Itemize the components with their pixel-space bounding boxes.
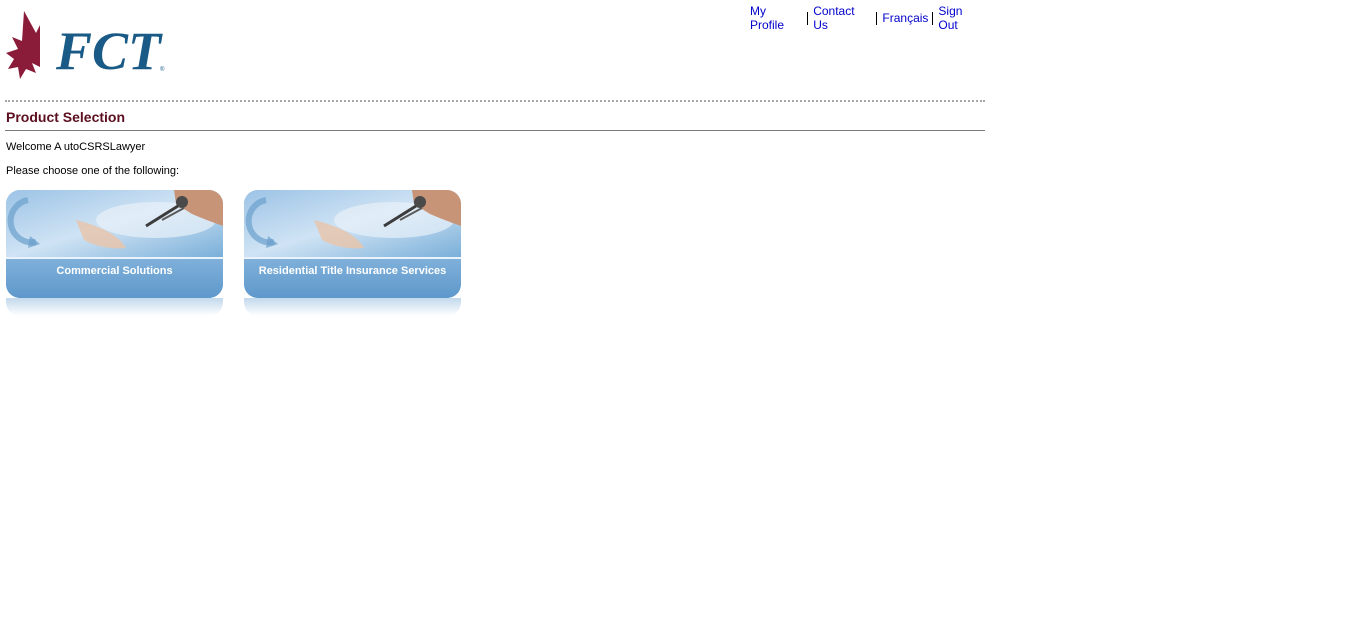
welcome-text: Welcome A utoCSRSLawyer [6, 141, 146, 153]
page-title: Product Selection [6, 109, 126, 125]
tile-card: Commercial Solutions [6, 190, 223, 298]
tile-card: Residential Title Insurance Services [244, 190, 461, 298]
logo-wordmark: FCT [55, 21, 163, 81]
tile-reflection [6, 298, 223, 316]
residential-title-insurance-button[interactable]: Residential Title Insurance Services [244, 190, 461, 320]
contact-us-link[interactable]: Contact Us [808, 4, 876, 32]
svg-text:®: ® [160, 66, 165, 73]
instruction-text: Please choose one of the following: [6, 165, 180, 177]
keys-handoff-image [244, 190, 461, 257]
residential-title-insurance-label: Residential Title Insurance Services [258, 265, 447, 277]
tile-reflection [244, 298, 461, 316]
title-divider [5, 130, 985, 131]
sign-out-link[interactable]: Sign Out [933, 4, 985, 32]
commercial-solutions-label: Commercial Solutions [56, 265, 173, 277]
maple-leaf-logo-icon: FCT ® [6, 11, 165, 81]
page: FCT ® My Profile Contact Us Français Sig… [0, 0, 1366, 623]
header-divider [5, 100, 985, 102]
keys-handoff-image [6, 190, 223, 257]
fct-logo[interactable]: FCT ® [6, 9, 176, 81]
francais-link[interactable]: Français [877, 11, 932, 25]
commercial-solutions-button[interactable]: Commercial Solutions [6, 190, 223, 320]
top-nav: My Profile Contact Us Français Sign Out [745, 4, 985, 32]
my-profile-link[interactable]: My Profile [745, 4, 807, 32]
